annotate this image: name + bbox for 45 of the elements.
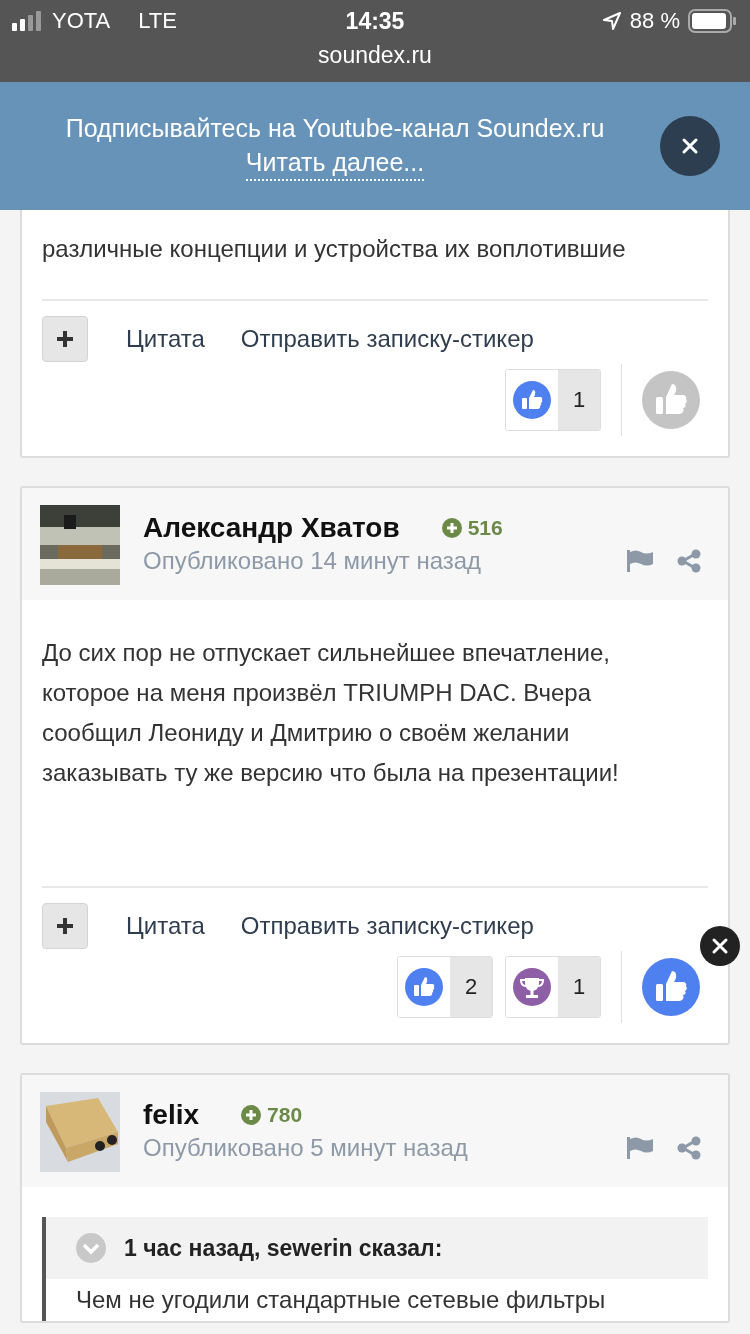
expand-button[interactable] [42, 316, 88, 362]
network-type: LTE [138, 8, 177, 34]
reaction-count[interactable]: 1 [505, 956, 601, 1018]
flag-icon[interactable] [627, 1137, 653, 1159]
quote-attribution: 1 час назад, sewerin сказал: [124, 1234, 443, 1262]
reputation-count: 780 [267, 1103, 303, 1127]
author-name[interactable]: Александр Хватов [143, 512, 400, 544]
action-link[interactable]: Отправить записку-стикер [240, 912, 534, 940]
clock-time: 14:35 [345, 7, 405, 35]
reputation-count: 516 [467, 516, 503, 540]
location-arrow-icon [601, 11, 622, 31]
close-button[interactable] [660, 116, 720, 176]
close-icon [681, 137, 699, 155]
signal-icon [12, 11, 44, 31]
plus-icon [56, 917, 74, 935]
plus-circle-icon [441, 518, 462, 538]
page-url[interactable]: soundex.ru [0, 42, 750, 68]
thumbs-up-icon [405, 968, 443, 1006]
plus-circle-icon [241, 1105, 262, 1125]
battery-percent: 88 % [629, 8, 680, 34]
thumbs-up-icon [513, 381, 551, 419]
carrier-name: YOTA [52, 8, 111, 34]
reaction-count[interactable]: 2 [397, 956, 493, 1018]
flag-icon[interactable] [627, 550, 653, 572]
share-icon[interactable] [677, 1136, 701, 1160]
post-text: До сих пор не отпускает сильнейшее впечатление, которое на меня произвёл TRIUMPH DAC. Вчера сообщил Леониду и Дмитрию о своём желании заказывать ту же версию что была на презентации! [42, 638, 620, 788]
post-time: Опубликовано 14 минут назад [143, 546, 482, 576]
close-icon[interactable] [700, 926, 740, 966]
expand-button[interactable] [42, 903, 88, 949]
post-time: Опубликовано 5 минут назад [143, 1133, 468, 1163]
battery-icon [688, 9, 736, 33]
trophy-icon [513, 968, 551, 1006]
share-icon[interactable] [677, 549, 701, 573]
post-text: различные концепции и устройства их воплотившие [42, 234, 627, 264]
plus-icon [56, 330, 74, 348]
reaction-count[interactable]: 1 [505, 369, 601, 431]
author-name[interactable]: felix [143, 1099, 200, 1131]
quote-text: Чем не угодили стандартные сетевые фильтры [75, 1285, 607, 1315]
like-button[interactable] [642, 371, 700, 429]
action-link[interactable]: Цитата [126, 912, 205, 940]
action-link[interactable]: Отправить записку-стикер [240, 325, 534, 353]
chevron-down-icon[interactable] [76, 1233, 106, 1263]
banner-message: Подписывайтесь на Youtube-канал Soundex.ru [65, 113, 605, 144]
action-link[interactable]: Цитата [126, 325, 205, 353]
like-button[interactable] [642, 958, 700, 1016]
